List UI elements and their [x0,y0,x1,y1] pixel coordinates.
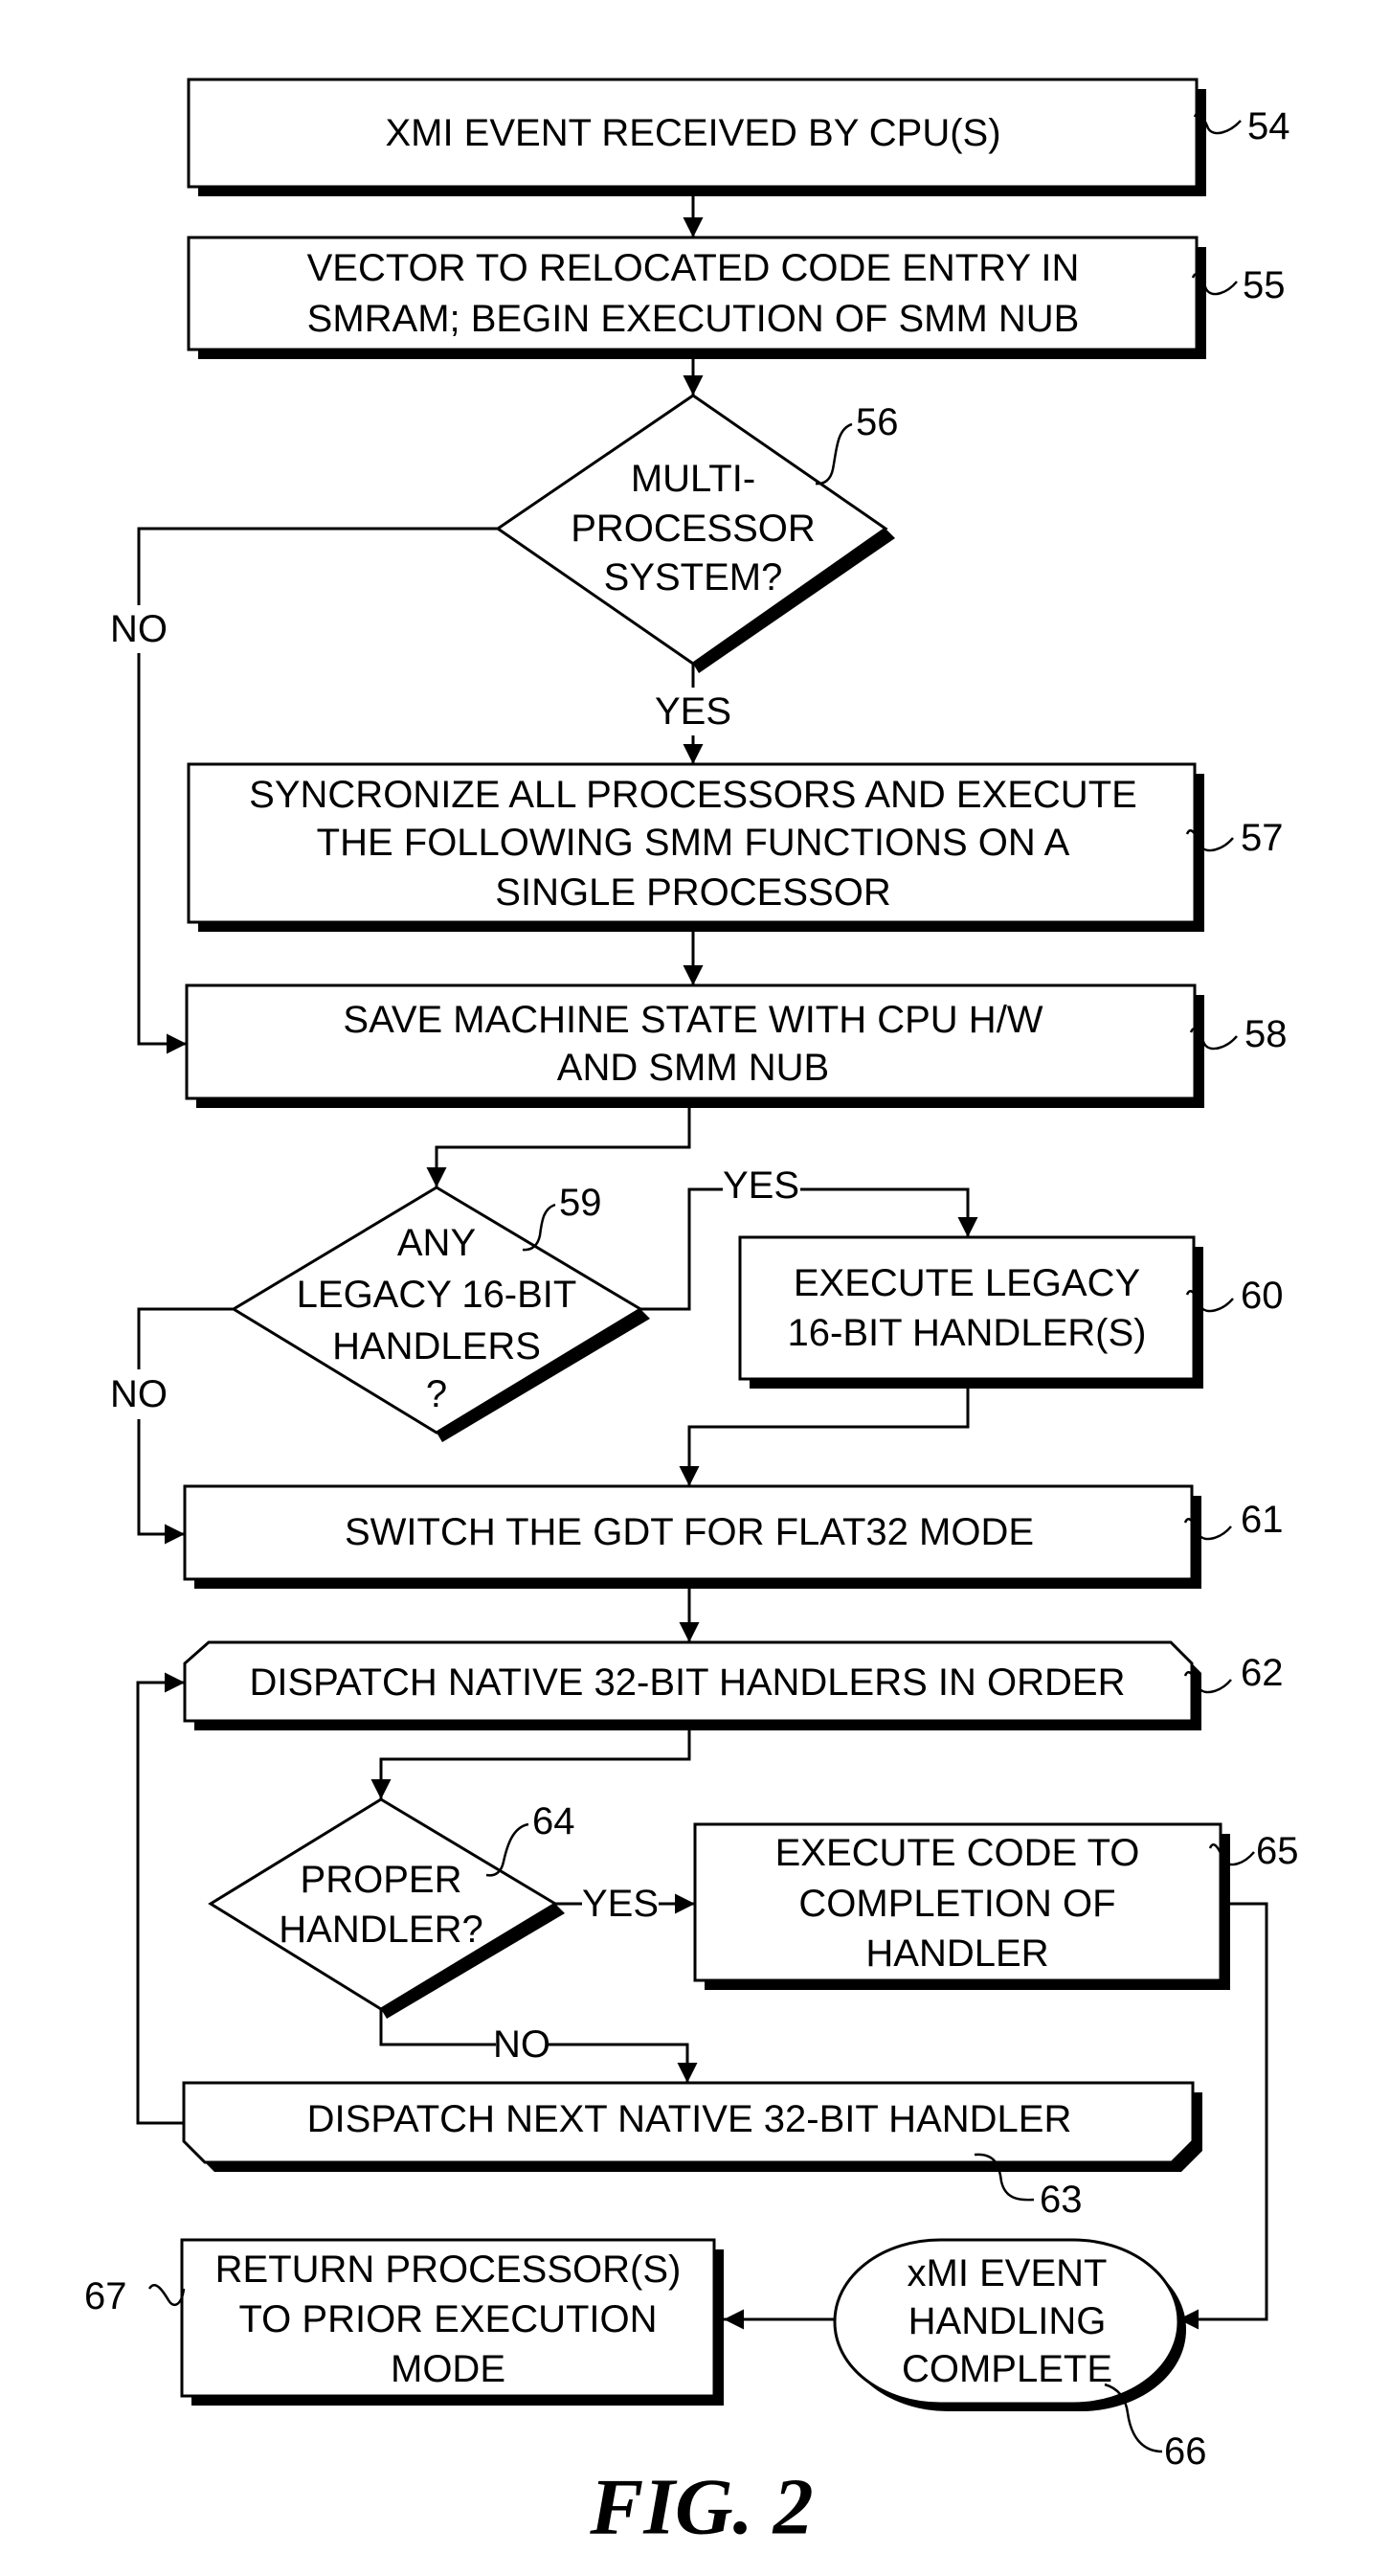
svg-text:67: 67 [84,2275,127,2317]
ref-67: 67 [84,2275,186,2317]
node-63-dispatch-next-handler: DISPATCH NEXT NATIVE 32-BIT HANDLER [182,2081,1202,2172]
arrow-60-to-61 [679,1389,970,1486]
edge-56-no-upper [137,527,498,605]
node-58-line-2: AND SMM NUB [557,1047,829,1089]
node-56-line-2: PROCESSOR [571,508,816,550]
ref-55: 55 [1191,264,1286,306]
svg-text:54: 54 [1247,105,1290,147]
ref-54: 54 [1193,105,1290,147]
node-63-line-1: DISPATCH NEXT NATIVE 32-BIT HANDLER [307,2098,1072,2140]
edge-64-no-right [548,2043,698,2083]
node-67-line-3: MODE [391,2348,505,2390]
svg-text:58: 58 [1244,1013,1288,1055]
node-55-vector-to-relocated-code: VECTOR TO RELOCATED CODE ENTRY IN SMRAM;… [187,236,1206,359]
node-56-multiprocessor-decision: MULTI- PROCESSOR SYSTEM? [495,394,895,673]
node-57-synchronize-processors: SYNCRONIZE ALL PROCESSORS AND EXECUTE TH… [187,762,1204,932]
node-60-execute-legacy-handlers: EXECUTE LEGACY 16-BIT HANDLER(S) [738,1235,1203,1389]
ref-64: 64 [485,1800,575,1877]
node-66-line-3: COMPLETE [902,2348,1112,2390]
node-65-line-3: HANDLER [865,1932,1048,1975]
node-60-line-1: EXECUTE LEGACY [794,1262,1140,1304]
edge-label-56-yes: YES [655,690,731,733]
edge-59-no-lower [137,1419,185,1545]
figure-caption: FIG. 2 [589,2463,813,2552]
node-60-line-2: 16-BIT HANDLER(S) [788,1312,1147,1354]
node-66-event-handling-complete: xMI EVENT HANDLING COMPLETE [833,2238,1186,2411]
flowchart: XMI EVENT RECEIVED BY CPU(S) VECTOR TO R… [84,78,1299,2552]
node-58-line-1: SAVE MACHINE STATE WITH CPU H/W [343,999,1042,1041]
svg-text:62: 62 [1241,1652,1284,1694]
node-65-execute-code-to-completion: EXECUTE CODE TO COMPLETION OF HANDLER [693,1822,1230,1990]
node-57-line-3: SINGLE PROCESSOR [495,871,890,914]
node-57-line-2: THE FOLLOWING SMM FUNCTIONS ON A [317,822,1070,864]
arrow-63-loop-to-62 [136,1672,185,2125]
edge-label-64-no: NO [493,2023,550,2066]
svg-text:66: 66 [1164,2430,1207,2473]
node-66-line-2: HANDLING [908,2300,1107,2342]
ref-58: 58 [1189,1013,1288,1055]
node-67-return-processors: RETURN PROCESSOR(S) TO PRIOR EXECUTION M… [180,2238,724,2406]
svg-text:57: 57 [1241,817,1284,859]
node-56-line-1: MULTI- [631,458,755,500]
node-59-line-3: HANDLERS [332,1325,541,1367]
ref-59: 59 [522,1182,602,1252]
node-56-line-3: SYSTEM? [604,556,783,599]
node-55-line-2: SMRAM; BEGIN EXECUTION OF SMM NUB [307,298,1080,340]
arrow-58-to-59 [426,1108,691,1187]
node-67-line-1: RETURN PROCESSOR(S) [215,2248,682,2291]
node-61-line-1: SWITCH THE GDT FOR FLAT32 MODE [345,1511,1034,1553]
node-62-line-1: DISPATCH NATIVE 32-BIT HANDLERS IN ORDER [250,1661,1126,1704]
edge-64-no-left [379,2009,496,2046]
node-66-line-1: xMI EVENT [908,2252,1108,2294]
svg-text:63: 63 [1040,2179,1083,2221]
node-62-dispatch-native-handlers: DISPATCH NATIVE 32-BIT HANDLERS IN ORDER [183,1640,1201,1730]
svg-text:61: 61 [1241,1499,1284,1541]
node-59-line-2: LEGACY 16-BIT [297,1274,577,1316]
svg-text:64: 64 [532,1800,575,1842]
edge-59-no-upper [137,1307,234,1369]
edge-56-no-lower [137,653,187,1054]
node-64-proper-handler-decision: PROPER HANDLER? [208,1797,565,2019]
ref-56: 56 [815,401,899,486]
node-59-legacy-handlers-decision: ANY LEGACY 16-BIT HANDLERS ? [231,1186,650,1442]
node-65-line-1: EXECUTE CODE TO [775,1832,1140,1874]
arrow-62-to-64 [370,1730,691,1799]
svg-text:65: 65 [1256,1830,1299,1872]
node-64-line-2: HANDLER? [279,1909,482,1951]
node-55-line-1: VECTOR TO RELOCATED CODE ENTRY IN [307,247,1080,289]
edge-label-56-no: NO [110,608,168,650]
node-57-line-1: SYNCRONIZE ALL PROCESSORS AND EXECUTE [249,774,1137,816]
svg-text:56: 56 [856,401,899,443]
node-59-line-4: ? [426,1373,447,1415]
edge-label-64-yes: YES [582,1883,659,1925]
svg-text:55: 55 [1243,264,1286,306]
node-54-xmi-event-received: XMI EVENT RECEIVED BY CPU(S) [187,78,1206,196]
svg-text:60: 60 [1241,1275,1284,1317]
node-67-line-2: TO PRIOR EXECUTION [238,2298,657,2340]
node-54-line-1: XMI EVENT RECEIVED BY CPU(S) [385,112,1000,154]
edge-label-59-no: NO [110,1373,168,1415]
node-64-line-1: PROPER [301,1859,462,1901]
edge-59-yes-right [800,1187,978,1237]
edge-59-yes-left [640,1187,723,1311]
svg-text:59: 59 [559,1182,602,1224]
node-59-line-1: ANY [397,1222,476,1264]
node-58-save-machine-state: SAVE MACHINE STATE WITH CPU H/W AND SMM … [185,983,1204,1108]
node-61-switch-gdt: SWITCH THE GDT FOR FLAT32 MODE [183,1484,1201,1589]
edge-label-59-yes: YES [723,1164,799,1207]
node-65-line-2: COMPLETION OF [798,1883,1115,1925]
